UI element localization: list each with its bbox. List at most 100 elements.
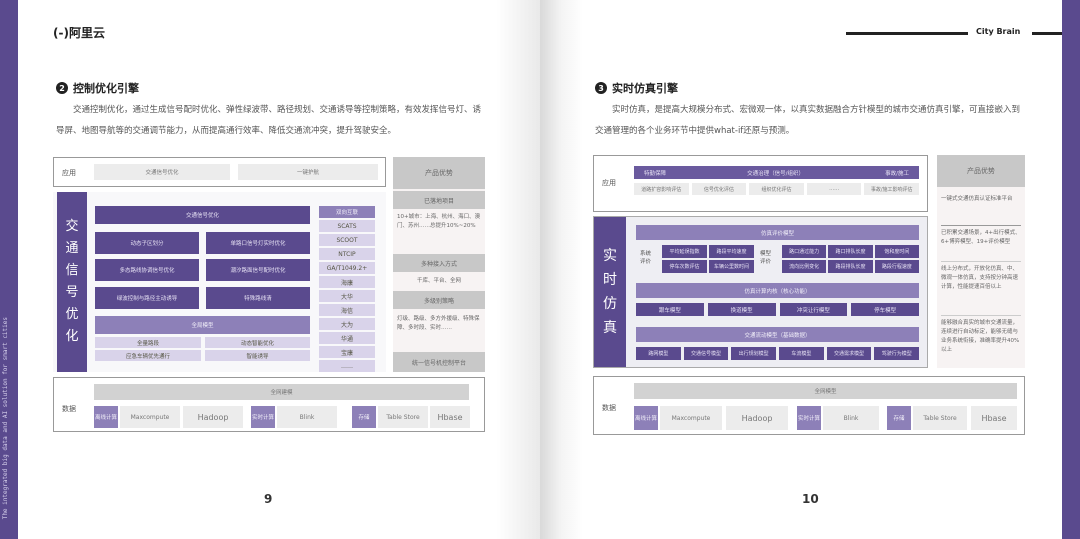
list-item: SCATS bbox=[319, 220, 375, 232]
engine-header: 仿真计算内核（核心功能） bbox=[636, 283, 919, 298]
data-layer: 数据 全网建模 离线计算 Maxcompute Hadoop 实时计算 Blin… bbox=[53, 377, 485, 432]
page-number: 10 bbox=[802, 492, 819, 506]
data-item: Table Store bbox=[913, 406, 967, 430]
data-item: Hbase bbox=[971, 406, 1017, 430]
model-items: 路口通过能力 路口排队长度 饱和度时间 流向比例变化 路段排队长度 路段行程速度 bbox=[782, 245, 919, 273]
main-header: 交通信号优化 bbox=[95, 206, 310, 224]
list-item: 路口排队长度 bbox=[828, 245, 873, 258]
data-tag: 存储 bbox=[887, 406, 911, 430]
list-item: …… bbox=[319, 360, 375, 372]
list-item: 大华 bbox=[319, 290, 375, 302]
list-item: 驾驶行为模型 bbox=[874, 347, 920, 360]
list-item: 宝康 bbox=[319, 346, 375, 358]
list-item: GA/T1049.2+ bbox=[319, 262, 375, 274]
list-item: 华通 bbox=[319, 332, 375, 344]
list-item: 路段排队长度 bbox=[828, 260, 873, 273]
header-rule bbox=[846, 32, 968, 35]
list-item: 路段平均速度 bbox=[709, 245, 754, 258]
advantage-text: 灯级、路级、多方外援级、特殊保障、多时段、实时…… bbox=[397, 316, 480, 331]
list-item: 大为 bbox=[319, 318, 375, 330]
list-item: …… bbox=[806, 183, 862, 195]
list-item: 跟车模型 bbox=[636, 303, 704, 316]
side-text: The integrated big data and AI solution … bbox=[2, 316, 9, 519]
core-layer: 实时仿真 仿真评价模型 系统评价 平均延误指数 路段平均速度 停车次数评估 车辆公里数… bbox=[593, 216, 928, 368]
header-rule bbox=[1032, 32, 1062, 35]
section-heading: 2 控制优化引擎 bbox=[56, 80, 139, 96]
data-tag: 实时计算 bbox=[797, 406, 821, 430]
protocol-list: SCATS SCOOT NTCIP GA/T1049.2+ 海康 大华 海信 大为 华通 宝康 …… bbox=[319, 220, 375, 374]
left-page: The integrated big data and AI solution … bbox=[0, 0, 540, 539]
data-header: 全网建模 bbox=[94, 384, 469, 400]
side-strip bbox=[1062, 0, 1080, 539]
list-item: 停车模型 bbox=[851, 303, 919, 316]
list-item: 道路扩容影响评估 bbox=[634, 183, 689, 195]
logo: (-)阿里云 bbox=[53, 26, 105, 40]
network-item: 智能诱导 bbox=[205, 350, 310, 361]
list-item: 出行规划模型 bbox=[731, 347, 777, 360]
data-tag: 实时计算 bbox=[251, 406, 275, 428]
network-item: 应急车辆优先通行 bbox=[95, 350, 201, 361]
app-bar: 特勤保障 交通治理（信号/组织） 事故/施工 bbox=[634, 166, 919, 179]
list-item: 路网模型 bbox=[636, 347, 681, 360]
network-item: 动态智能优化 bbox=[205, 337, 310, 348]
protocol-header: 双向互联 bbox=[319, 206, 375, 218]
data-item: Hbase bbox=[430, 406, 470, 428]
list-item: 停车次数评估 bbox=[662, 260, 707, 273]
advantage-text: 一键式交通仿真认证标准平台 bbox=[941, 196, 1013, 202]
data-item: Hadoop bbox=[726, 406, 788, 430]
list-item: 换道模型 bbox=[707, 303, 776, 316]
network-header: 全局模型 bbox=[95, 316, 310, 334]
section-paragraph: 实时仿真，是提高大规模分布式、宏微观一体，以真实数据融合方针模型的城市交通仿真引… bbox=[595, 105, 1021, 136]
core-layer: 交通信号优化 交通信号优化 动态子区划分 单路口信号灯实时优化 多态路线协调信号… bbox=[53, 192, 386, 372]
advantages-panel: 产品优势 已落地项目 10+城市：上海、杭州、海口、澳门、苏州……总提升10%~… bbox=[393, 157, 485, 372]
data-item: Hadoop bbox=[183, 406, 243, 428]
advantage-text: 10+城市：上海、杭州、海口、澳门、苏州……总提升10%~20% bbox=[397, 214, 481, 229]
list-item: 冲突让行模型 bbox=[779, 303, 848, 316]
advantages-title: 产品优势 bbox=[393, 157, 485, 189]
list-item: 交通信号模型 bbox=[683, 347, 729, 360]
advantages-panel: 产品优势 一键式交通仿真认证标准平台 已积累交通场景，4+出行模式、6+博弈模型… bbox=[937, 155, 1025, 368]
data-item: Table Store bbox=[378, 406, 428, 428]
section-paragraph: 交通控制优化，通过生成信号配时优化、弹性绿波带、路径规划、交通诱导等控制策略，有… bbox=[56, 105, 482, 136]
list-item: 平均延误指数 bbox=[662, 245, 707, 258]
app-item: 一键护航 bbox=[238, 164, 378, 180]
right-page: City Brain 3 实时仿真引擎 实时仿真，是提高大规模分布式、宏微观一体，… bbox=[540, 0, 1080, 539]
data-item: Blink bbox=[823, 406, 879, 430]
list-item: 饱和度时间 bbox=[874, 245, 919, 258]
brand: City Brain bbox=[976, 27, 1021, 36]
app-layer: 应用 交通信号优化 一键护航 bbox=[53, 157, 386, 187]
list-item: 路段行程速度 bbox=[874, 260, 919, 273]
data-item: Maxcompute bbox=[120, 406, 180, 428]
vertical-title: 实时仿真 bbox=[594, 217, 626, 367]
app-layer: 应用 特勤保障 交通治理（信号/组织） 事故/施工 道路扩容影响评估 信号优化评估 组织… bbox=[593, 155, 928, 212]
advantages-title: 产品优势 bbox=[937, 155, 1025, 187]
page-number: 9 bbox=[264, 492, 273, 506]
list-item: 组织优化评估 bbox=[749, 183, 804, 195]
advantage-heading: 多种接入方式 bbox=[393, 254, 485, 272]
engine-items: 跟车模型 换道模型 冲突让行模型 停车模型 bbox=[636, 303, 919, 316]
advantage-heading: 已落地项目 bbox=[393, 191, 485, 209]
data-item: Maxcompute bbox=[660, 406, 722, 430]
flow-items: 路网模型 交通信号模型 出行规划模型 车流模型 交通需求模型 驾驶行为模型 bbox=[636, 347, 920, 360]
advantage-text: 线上分布式，开放化仿真、中、微观一体仿真，支持按分钟高速计算，性能提速百倍以上 bbox=[941, 261, 1021, 292]
network-item: 全量路段 bbox=[95, 337, 201, 348]
main-item: 单路口信号灯实时优化 bbox=[206, 232, 310, 254]
advantage-text: 千库、平台、全网 bbox=[416, 278, 461, 284]
list-item: 流向比例变化 bbox=[782, 260, 827, 273]
section-heading: 3 实时仿真引擎 bbox=[595, 80, 678, 96]
main-item: 绿波控制与路径主动诱导 bbox=[95, 287, 199, 309]
app-item: 交通信号优化 bbox=[94, 164, 230, 180]
advantage-text: 能够融合真实的城市交通流量，连续进行自动标定，能够无缝与业务系统衔接，准确率提升… bbox=[941, 315, 1021, 355]
data-layer: 数据 全网模型 离线计算 Maxcompute Hadoop 实时计算 Blin… bbox=[593, 376, 1025, 435]
data-item: Blink bbox=[277, 406, 337, 428]
advantage-text: 已积累交通场景，4+出行模式、6+博弈模型、19+评价模型 bbox=[941, 225, 1021, 247]
data-tag: 离线计算 bbox=[634, 406, 658, 430]
advantage-heading: 多级别策略 bbox=[393, 291, 485, 309]
list-item: 车流模型 bbox=[779, 347, 824, 360]
list-item: 海康 bbox=[319, 276, 375, 288]
main-item: 潮汐路面信号配时优化 bbox=[206, 259, 310, 281]
list-item: 事故/施工影响评估 bbox=[864, 183, 919, 195]
flow-header: 交通流动模型（基础数据） bbox=[636, 327, 919, 342]
app-items: 道路扩容影响评估 信号优化评估 组织优化评估…… 事故/施工影响评估 bbox=[634, 183, 919, 195]
list-item: 交通需求模型 bbox=[826, 347, 872, 360]
